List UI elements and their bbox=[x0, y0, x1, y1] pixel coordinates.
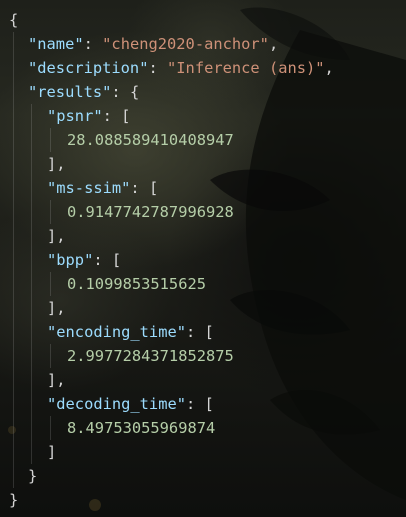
open-bracket: [ bbox=[121, 107, 131, 125]
colon: : bbox=[93, 251, 112, 269]
psnr-value: 28.088589410408947 bbox=[67, 131, 234, 149]
code-line[interactable]: ], bbox=[47, 296, 66, 320]
indent-guide bbox=[50, 344, 51, 368]
decoding-time-value: 8.49753055969874 bbox=[67, 419, 216, 437]
results-key: "results" bbox=[28, 83, 112, 101]
indent-guide bbox=[50, 272, 51, 296]
code-line[interactable]: "encoding_time": [ bbox=[47, 320, 214, 344]
code-line[interactable]: 0.1099853515625 bbox=[67, 272, 206, 296]
code-line[interactable]: "decoding_time": [ bbox=[47, 392, 214, 416]
encoding-time-key: "encoding_time" bbox=[47, 323, 186, 341]
close-bracket: ], bbox=[47, 227, 66, 245]
indent-guide bbox=[31, 104, 32, 464]
close-bracket: ], bbox=[47, 299, 66, 317]
indent-guide bbox=[13, 32, 14, 488]
code-line[interactable]: } bbox=[28, 464, 37, 488]
code-line[interactable]: 0.9147742787996928 bbox=[67, 200, 234, 224]
indent-guide bbox=[50, 416, 51, 440]
colon: : bbox=[186, 323, 205, 341]
open-bracket: [ bbox=[204, 395, 214, 413]
open-brace: { bbox=[9, 11, 19, 29]
name-value: "cheng2020-anchor" bbox=[102, 35, 269, 53]
psnr-key: "psnr" bbox=[47, 107, 103, 125]
code-line[interactable]: 2.9977284371852875 bbox=[67, 344, 234, 368]
bpp-key: "bpp" bbox=[47, 251, 94, 269]
open-bracket: [ bbox=[111, 251, 122, 269]
comma: , bbox=[268, 35, 279, 53]
code-line[interactable]: } bbox=[9, 488, 18, 512]
results-close-brace: } bbox=[28, 467, 38, 485]
code-line[interactable]: "results": { bbox=[28, 80, 139, 104]
code-line[interactable]: "description": "Inference (ans)", bbox=[28, 56, 334, 80]
open-bracket: [ bbox=[204, 323, 214, 341]
colon: : bbox=[130, 179, 149, 197]
code-line[interactable]: "bpp": [ bbox=[47, 248, 121, 272]
json-editor[interactable]: { "name": "cheng2020-anchor", "descripti… bbox=[0, 0, 406, 517]
colon: : bbox=[111, 83, 130, 101]
code-line[interactable]: ] bbox=[47, 440, 56, 464]
results-open-brace: { bbox=[129, 83, 140, 101]
description-key: "description" bbox=[28, 59, 149, 77]
open-bracket: [ bbox=[148, 179, 159, 197]
close-bracket: ] bbox=[47, 443, 57, 461]
code-line[interactable]: "psnr": [ bbox=[47, 104, 130, 128]
comma: , bbox=[324, 59, 334, 77]
code-line[interactable]: 28.088589410408947 bbox=[67, 128, 234, 152]
ms-ssim-value: 0.9147742787996928 bbox=[67, 203, 234, 221]
indent-guide bbox=[50, 128, 51, 152]
ms-ssim-key: "ms-ssim" bbox=[47, 179, 131, 197]
code-line[interactable]: ], bbox=[47, 224, 66, 248]
colon: : bbox=[102, 107, 122, 125]
decoding-time-key: "decoding_time" bbox=[47, 395, 186, 413]
colon: : bbox=[148, 59, 168, 77]
name-key: "name" bbox=[28, 35, 84, 53]
description-value: "Inference (ans)" bbox=[167, 59, 325, 77]
encoding-time-value: 2.9977284371852875 bbox=[67, 347, 234, 365]
close-bracket: ], bbox=[47, 155, 66, 173]
colon: : bbox=[186, 395, 205, 413]
code-line[interactable]: ], bbox=[47, 368, 66, 392]
code-line[interactable]: { bbox=[9, 8, 18, 32]
close-brace: } bbox=[9, 491, 19, 509]
indent-guide bbox=[50, 200, 51, 224]
bpp-value: 0.1099853515625 bbox=[67, 275, 206, 293]
code-line[interactable]: "name": "cheng2020-anchor", bbox=[28, 32, 278, 56]
code-line[interactable]: ], bbox=[47, 152, 66, 176]
close-bracket: ], bbox=[47, 371, 66, 389]
colon: : bbox=[83, 35, 103, 53]
code-line[interactable]: 8.49753055969874 bbox=[67, 416, 215, 440]
code-line[interactable]: "ms-ssim": [ bbox=[47, 176, 158, 200]
